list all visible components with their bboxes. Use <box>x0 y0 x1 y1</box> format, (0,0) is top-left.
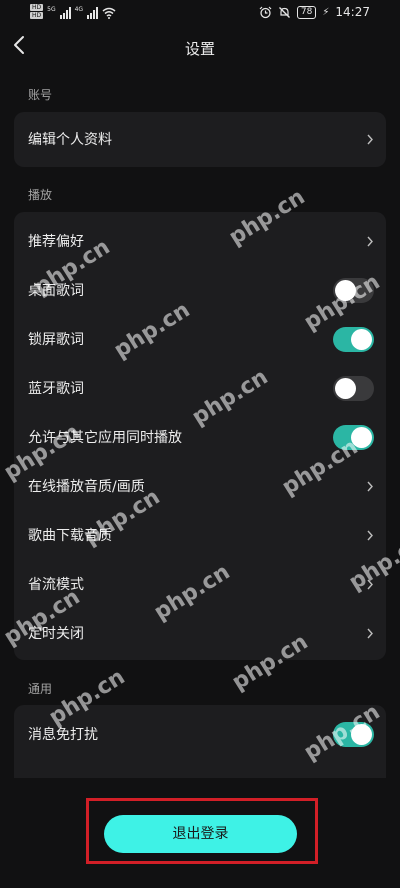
row-label: 省流模式 <box>28 577 84 593</box>
chevron-right-icon <box>367 579 373 590</box>
row-bluetooth-lyrics: 蓝牙歌词 <box>14 364 386 413</box>
section-label-general: 通用 <box>28 682 53 696</box>
wifi-icon <box>102 7 116 19</box>
row-recommend-preference[interactable]: 推荐偏好 <box>14 217 386 266</box>
row-label: 编辑个人资料 <box>28 132 112 148</box>
hd-badge-1: HD <box>30 4 44 11</box>
status-right: 78 ⚡ 14:27 <box>259 5 370 19</box>
bolt-icon: ⚡ <box>322 6 330 18</box>
row-label: 锁屏歌词 <box>28 332 84 348</box>
row-label: 允许与其它应用同时播放 <box>28 430 182 446</box>
simultaneous-play-toggle[interactable] <box>333 425 374 450</box>
section-label-account: 账号 <box>28 88 53 102</box>
chevron-right-icon <box>367 236 373 247</box>
battery-indicator: 78 <box>296 5 317 19</box>
lockscreen-lyrics-toggle[interactable] <box>333 327 374 352</box>
section-label-playback: 播放 <box>28 188 53 202</box>
row-allow-simultaneous-play: 允许与其它应用同时播放 <box>14 413 386 462</box>
bluetooth-lyrics-toggle[interactable] <box>333 376 374 401</box>
row-online-quality[interactable]: 在线播放音质/画质 <box>14 462 386 511</box>
row-label: 推荐偏好 <box>28 234 84 250</box>
row-label: 在线播放音质/画质 <box>28 479 145 495</box>
status-bar: HD HD 5G 4G 78 ⚡ 14:27 <box>0 0 400 26</box>
logout-button[interactable]: 退出登录 <box>104 815 297 853</box>
row-label: 蓝牙歌词 <box>28 381 84 397</box>
playback-card: 推荐偏好 桌面歌词 锁屏歌词 蓝牙歌词 允许与其它应用同时播放 在线播放音质/画… <box>14 212 386 660</box>
hd-badge-2: HD <box>30 12 44 19</box>
chevron-right-icon <box>367 628 373 639</box>
row-label: 消息免打扰 <box>28 727 98 743</box>
row-edit-profile[interactable]: 编辑个人资料 <box>14 115 386 164</box>
chevron-right-icon <box>367 530 373 541</box>
signal-icon-1 <box>59 7 71 19</box>
network-label-1: 5G <box>47 6 56 13</box>
alarm-icon <box>259 6 272 18</box>
mute-bell-icon <box>278 6 290 18</box>
page-title: 设置 <box>184 40 215 58</box>
row-desktop-lyrics: 桌面歌词 <box>14 266 386 315</box>
account-card: 编辑个人资料 <box>14 112 386 167</box>
status-left: HD HD 5G 4G <box>30 4 116 19</box>
row-download-quality[interactable]: 歌曲下载音质 <box>14 511 386 560</box>
row-label: 歌曲下载音质 <box>28 528 112 544</box>
do-not-disturb-toggle[interactable] <box>333 722 374 747</box>
chevron-right-icon <box>367 134 373 145</box>
desktop-lyrics-toggle[interactable] <box>333 278 374 303</box>
row-sleep-timer[interactable]: 定时关闭 <box>14 609 386 658</box>
row-label: 定时关闭 <box>28 626 84 642</box>
row-data-saver[interactable]: 省流模式 <box>14 560 386 609</box>
network-label-2: 4G <box>74 6 84 13</box>
row-lockscreen-lyrics: 锁屏歌词 <box>14 315 386 364</box>
row-do-not-disturb: 消息免打扰 <box>14 710 386 759</box>
hd-badges: HD HD <box>30 4 44 19</box>
signal-icon-2 <box>87 7 99 19</box>
nav-bar: 设置 <box>0 30 400 66</box>
chevron-right-icon <box>367 481 373 492</box>
clock-time: 14:27 <box>335 5 370 19</box>
row-label: 桌面歌词 <box>28 283 84 299</box>
